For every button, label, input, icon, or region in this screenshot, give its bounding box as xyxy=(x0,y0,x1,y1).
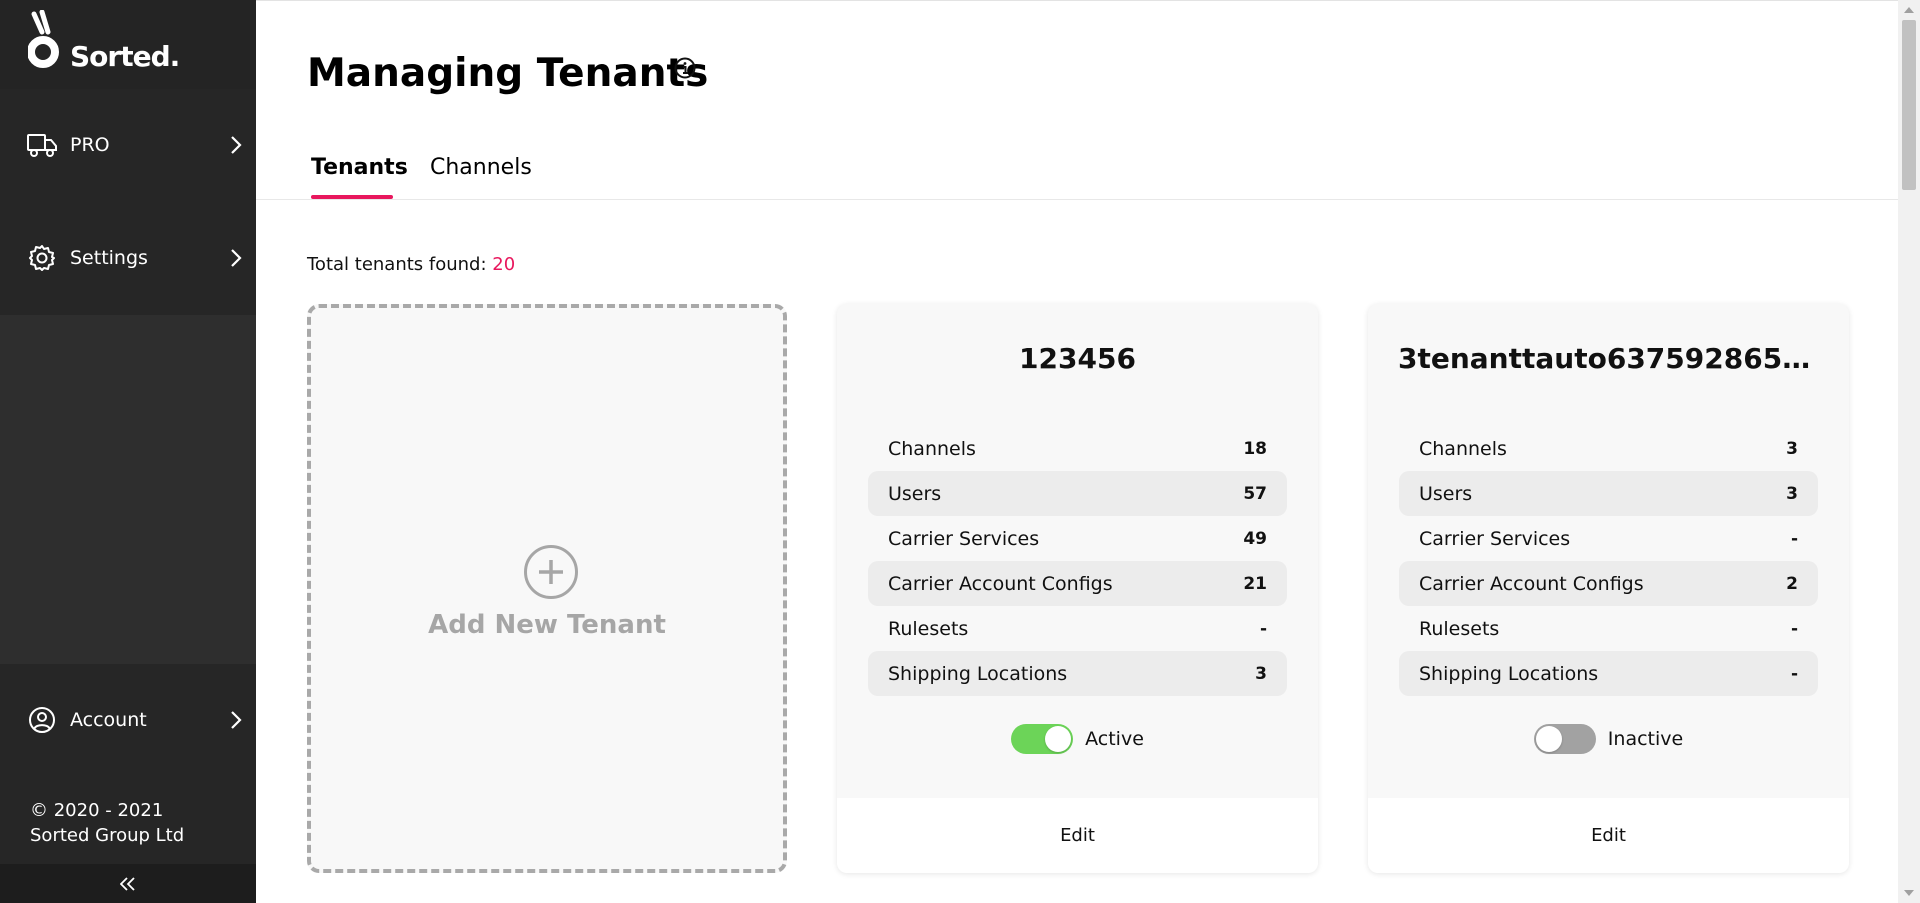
sidebar: Sorted. PRO Settings Account © 2020 - 20… xyxy=(0,0,256,903)
status-toggle[interactable] xyxy=(1011,724,1074,754)
stat-value: 21 xyxy=(1243,573,1267,594)
active-tab-indicator xyxy=(311,195,393,199)
copyright-years: © 2020 - 2021 xyxy=(30,800,164,821)
plus-circle-icon xyxy=(524,545,578,599)
sorted-logo-icon xyxy=(28,10,59,68)
stat-label: Channels xyxy=(888,437,976,460)
stat-value: 18 xyxy=(1243,438,1267,459)
status-label: Active xyxy=(1085,728,1144,750)
add-new-tenant-card[interactable]: Add New Tenant xyxy=(307,304,787,873)
stat-row-users: Users 3 xyxy=(1399,471,1818,516)
total-tenants: Total tenants found: 20 xyxy=(307,254,515,275)
stat-label: Carrier Services xyxy=(888,527,1040,550)
edit-button[interactable]: Edit xyxy=(837,798,1318,873)
gear-icon xyxy=(26,242,58,274)
copyright: © 2020 - 2021 Sorted Group Ltd xyxy=(0,776,256,864)
status-toggle-row: Inactive xyxy=(1368,724,1849,754)
stat-label: Rulesets xyxy=(1419,617,1500,640)
tab-tenants[interactable]: Tenants xyxy=(311,155,408,180)
sidebar-item-settings[interactable]: Settings xyxy=(0,201,256,315)
sidebar-item-label: Settings xyxy=(70,247,148,269)
scrollbar-thumb[interactable] xyxy=(1902,20,1916,190)
stat-label: Carrier Services xyxy=(1419,527,1571,550)
stat-label: Carrier Account Configs xyxy=(1419,572,1644,595)
total-tenants-label: Total tenants found: xyxy=(307,254,487,275)
stat-value: - xyxy=(1790,528,1798,549)
stat-value: - xyxy=(1790,663,1798,684)
tab-bar: Tenants Channels xyxy=(256,151,1898,200)
stat-value: 57 xyxy=(1243,483,1267,504)
stat-value: 2 xyxy=(1786,573,1798,594)
main-content: Managing Tenants Tenants Channels Total … xyxy=(256,0,1898,903)
stat-label: Users xyxy=(1419,482,1473,505)
scroll-down-arrow-icon[interactable] xyxy=(1898,885,1920,901)
stat-row-carrier-account-configs: Carrier Account Configs 21 xyxy=(868,561,1287,606)
tenant-card: 123456 Channels 18 Users 57 Carrier Serv… xyxy=(837,304,1318,873)
tab-channels[interactable]: Channels xyxy=(430,155,532,180)
logo[interactable]: Sorted. xyxy=(0,0,256,89)
chevron-right-icon xyxy=(226,135,246,155)
stat-row-rulesets: Rulesets - xyxy=(868,606,1287,651)
chevron-right-icon xyxy=(226,710,246,730)
copyright-company: Sorted Group Ltd xyxy=(30,825,185,846)
stat-value: 3 xyxy=(1255,663,1267,684)
scroll-up-arrow-icon[interactable] xyxy=(1898,2,1920,18)
info-icon[interactable] xyxy=(673,56,697,80)
stat-label: Users xyxy=(888,482,942,505)
stat-row-shipping-locations: Shipping Locations - xyxy=(1399,651,1818,696)
toggle-knob xyxy=(1045,726,1072,752)
stat-row-channels: Channels 3 xyxy=(1399,426,1818,471)
add-new-tenant-label: Add New Tenant xyxy=(428,610,666,640)
sidebar-item-account[interactable]: Account xyxy=(0,664,256,776)
stat-value: 3 xyxy=(1786,483,1798,504)
tenant-card: 3tenanttauto6375928651139... Channels 3 … xyxy=(1368,304,1849,873)
stat-row-carrier-services: Carrier Services - xyxy=(1399,516,1818,561)
stat-row-rulesets: Rulesets - xyxy=(1399,606,1818,651)
collapse-sidebar-button[interactable] xyxy=(0,864,256,903)
tenant-stats: Channels 18 Users 57 Carrier Services 49… xyxy=(868,426,1287,696)
stat-row-shipping-locations: Shipping Locations 3 xyxy=(868,651,1287,696)
stat-label: Rulesets xyxy=(888,617,969,640)
page-title: Managing Tenants xyxy=(307,51,709,96)
status-toggle[interactable] xyxy=(1533,724,1596,754)
page-scrollbar[interactable] xyxy=(1898,0,1920,903)
tenant-stats: Channels 3 Users 3 Carrier Services - Ca… xyxy=(1399,426,1818,696)
stat-value: - xyxy=(1259,618,1267,639)
stat-row-carrier-account-configs: Carrier Account Configs 2 xyxy=(1399,561,1818,606)
chevron-right-icon xyxy=(226,248,246,268)
tenant-name: 3tenanttauto6375928651139... xyxy=(1398,342,1849,375)
stat-label: Channels xyxy=(1419,437,1507,460)
status-label: Inactive xyxy=(1607,728,1684,750)
tenant-name: 123456 xyxy=(1019,342,1136,375)
stat-row-channels: Channels 18 xyxy=(868,426,1287,471)
toggle-knob xyxy=(1535,726,1562,752)
sidebar-item-label: Account xyxy=(70,709,147,731)
user-circle-icon xyxy=(26,704,58,736)
stat-row-users: Users 57 xyxy=(868,471,1287,516)
stat-label: Shipping Locations xyxy=(888,662,1068,685)
sidebar-item-label: PRO xyxy=(70,134,110,156)
sidebar-item-pro[interactable]: PRO xyxy=(0,89,256,201)
stat-row-carrier-services: Carrier Services 49 xyxy=(868,516,1287,561)
stat-value: - xyxy=(1790,618,1798,639)
stat-value: 3 xyxy=(1786,438,1798,459)
truck-icon xyxy=(26,129,58,161)
total-tenants-count: 20 xyxy=(492,254,516,275)
double-chevron-left-icon xyxy=(120,876,135,891)
brand-name: Sorted. xyxy=(70,40,180,73)
stat-label: Carrier Account Configs xyxy=(888,572,1113,595)
stat-label: Shipping Locations xyxy=(1419,662,1599,685)
status-toggle-row: Active xyxy=(837,724,1318,754)
stat-value: 49 xyxy=(1243,528,1267,549)
edit-button[interactable]: Edit xyxy=(1368,798,1849,873)
